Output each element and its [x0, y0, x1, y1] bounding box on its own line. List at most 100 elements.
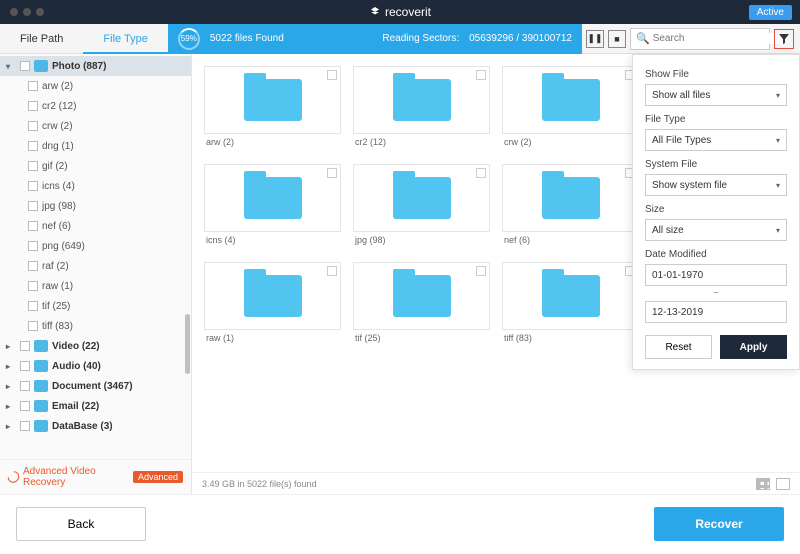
content-area: arw (2)cr2 (12)crw (2)dng (1)icns (4)jpg… — [192, 54, 800, 494]
sidebar-item-label: Video (22) — [52, 341, 100, 352]
checkbox[interactable] — [28, 301, 38, 311]
list-view-button[interactable] — [776, 478, 790, 490]
folder-item[interactable]: jpg (98) — [353, 164, 490, 248]
sidebar-child-item[interactable]: raf (2) — [0, 256, 191, 276]
sidebar-child-item[interactable]: cr2 (12) — [0, 96, 191, 116]
folder-label: crw (2) — [502, 134, 639, 150]
folder-label: cr2 (12) — [353, 134, 490, 150]
folder-thumb — [204, 164, 341, 232]
sidebar-item-label: DataBase (3) — [52, 421, 113, 432]
checkbox[interactable] — [20, 421, 30, 431]
folder-item[interactable]: tiff (83) — [502, 262, 639, 346]
sidebar: ▾ Photo (887) arw (2)cr2 (12) crw (2) dng … — [0, 54, 192, 494]
titlebar: recoverit Active — [0, 0, 800, 24]
footer: Back Recover — [0, 494, 800, 552]
folder-label: arw (2) — [204, 134, 341, 150]
folder-item[interactable]: raw (1) — [204, 262, 341, 346]
checkbox[interactable] — [28, 321, 38, 331]
sidebar-item-label: crw (2) — [42, 121, 73, 132]
filter-date-from[interactable]: 01-01-1970 — [645, 264, 787, 286]
search-input[interactable] — [653, 33, 785, 44]
filter-button[interactable] — [774, 29, 794, 49]
sidebar-item-label: nef (6) — [42, 221, 71, 232]
checkbox[interactable] — [28, 281, 38, 291]
folder-item[interactable]: nef (6) — [502, 164, 639, 248]
music-icon — [34, 360, 48, 372]
sidebar-child-item[interactable]: tiff (83) — [0, 316, 191, 336]
date-range-separator: ~ — [645, 288, 787, 299]
close-dot[interactable] — [10, 8, 18, 16]
sidebar-child-item[interactable]: tif (25) — [0, 296, 191, 316]
sidebar-child-item[interactable]: crw (2) — [0, 116, 191, 136]
sidebar-child-item[interactable]: gif (2) — [0, 156, 191, 176]
sidebar-item-document[interactable]: ▸ Document (3467) — [0, 376, 191, 396]
sidebar-item-label: dng (1) — [42, 141, 74, 152]
checkbox[interactable] — [28, 181, 38, 191]
checkbox[interactable] — [20, 381, 30, 391]
sidebar-item-photo[interactable]: ▾ Photo (887) — [0, 56, 191, 76]
file-tree: ▾ Photo (887) arw (2)cr2 (12) crw (2) dng … — [0, 54, 191, 459]
checkbox[interactable] — [28, 161, 38, 171]
checkbox[interactable] — [28, 81, 38, 91]
folder-label: tif (25) — [353, 330, 490, 346]
advanced-video-recovery[interactable]: Advanced Video Recovery Advanced — [0, 459, 191, 494]
tab-file-type[interactable]: File Type — [83, 24, 167, 54]
filter-system-file-select[interactable]: Show system file — [645, 174, 787, 196]
checkbox[interactable] — [20, 341, 30, 351]
folder-icon — [244, 275, 302, 317]
folder-thumb — [502, 66, 639, 134]
sidebar-item-video[interactable]: ▸ Video (22) — [0, 336, 191, 356]
search-box[interactable]: 🔍 — [630, 28, 770, 50]
sidebar-child-item[interactable]: raw (1) — [0, 276, 191, 296]
folder-icon — [393, 177, 451, 219]
folder-item[interactable]: arw (2) — [204, 66, 341, 150]
folder-item[interactable]: icns (4) — [204, 164, 341, 248]
checkbox[interactable] — [28, 101, 38, 111]
filter-apply-button[interactable]: Apply — [720, 335, 787, 359]
filter-show-file-select[interactable]: Show all files — [645, 84, 787, 106]
filter-reset-button[interactable]: Reset — [645, 335, 712, 359]
folder-icon — [542, 79, 600, 121]
checkbox[interactable] — [20, 61, 30, 71]
checkbox[interactable] — [28, 121, 38, 131]
checkbox[interactable] — [28, 221, 38, 231]
sidebar-child-item[interactable]: dng (1) — [0, 136, 191, 156]
checkbox[interactable] — [20, 401, 30, 411]
maximize-dot[interactable] — [36, 8, 44, 16]
folder-item[interactable]: crw (2) — [502, 66, 639, 150]
filter-file-type-select[interactable]: All File Types — [645, 129, 787, 151]
pause-button[interactable]: ❚❚ — [586, 30, 604, 48]
status-bar: 3.49 GB in 5022 file(s) found — [192, 472, 800, 494]
tab-file-path[interactable]: File Path — [0, 24, 83, 54]
recover-button[interactable]: Recover — [654, 507, 784, 541]
grid-view-button[interactable] — [756, 478, 770, 490]
folder-item[interactable]: tif (25) — [353, 262, 490, 346]
sidebar-item-label: tiff (83) — [42, 321, 73, 332]
checkbox[interactable] — [28, 141, 38, 151]
filter-icon — [779, 34, 789, 44]
stop-button[interactable]: ■ — [608, 30, 626, 48]
folder-item[interactable]: cr2 (12) — [353, 66, 490, 150]
sidebar-child-item[interactable]: png (649) — [0, 236, 191, 256]
sidebar-child-item[interactable]: jpg (98) — [0, 196, 191, 216]
sidebar-item-database[interactable]: ▸ DataBase (3) — [0, 416, 191, 436]
folder-thumb — [502, 164, 639, 232]
active-badge[interactable]: Active — [749, 5, 792, 20]
minimize-dot[interactable] — [23, 8, 31, 16]
avr-badge: Advanced — [133, 471, 183, 483]
checkbox[interactable] — [28, 241, 38, 251]
scrollbar-thumb[interactable] — [185, 314, 190, 374]
progress-circle: 59% — [178, 28, 200, 50]
sidebar-child-item[interactable]: icns (4) — [0, 176, 191, 196]
checkbox[interactable] — [28, 201, 38, 211]
sidebar-item-audio[interactable]: ▸ Audio (40) — [0, 356, 191, 376]
sidebar-item-email[interactable]: ▸ Email (22) — [0, 396, 191, 416]
checkbox[interactable] — [28, 261, 38, 271]
filter-date-to[interactable]: 12-13-2019 — [645, 301, 787, 323]
reading-sectors-value: 05639296 / 390100712 — [469, 33, 572, 44]
sidebar-child-item[interactable]: arw (2) — [0, 76, 191, 96]
checkbox[interactable] — [20, 361, 30, 371]
sidebar-child-item[interactable]: nef (6) — [0, 216, 191, 236]
back-button[interactable]: Back — [16, 507, 146, 541]
filter-size-select[interactable]: All size — [645, 219, 787, 241]
